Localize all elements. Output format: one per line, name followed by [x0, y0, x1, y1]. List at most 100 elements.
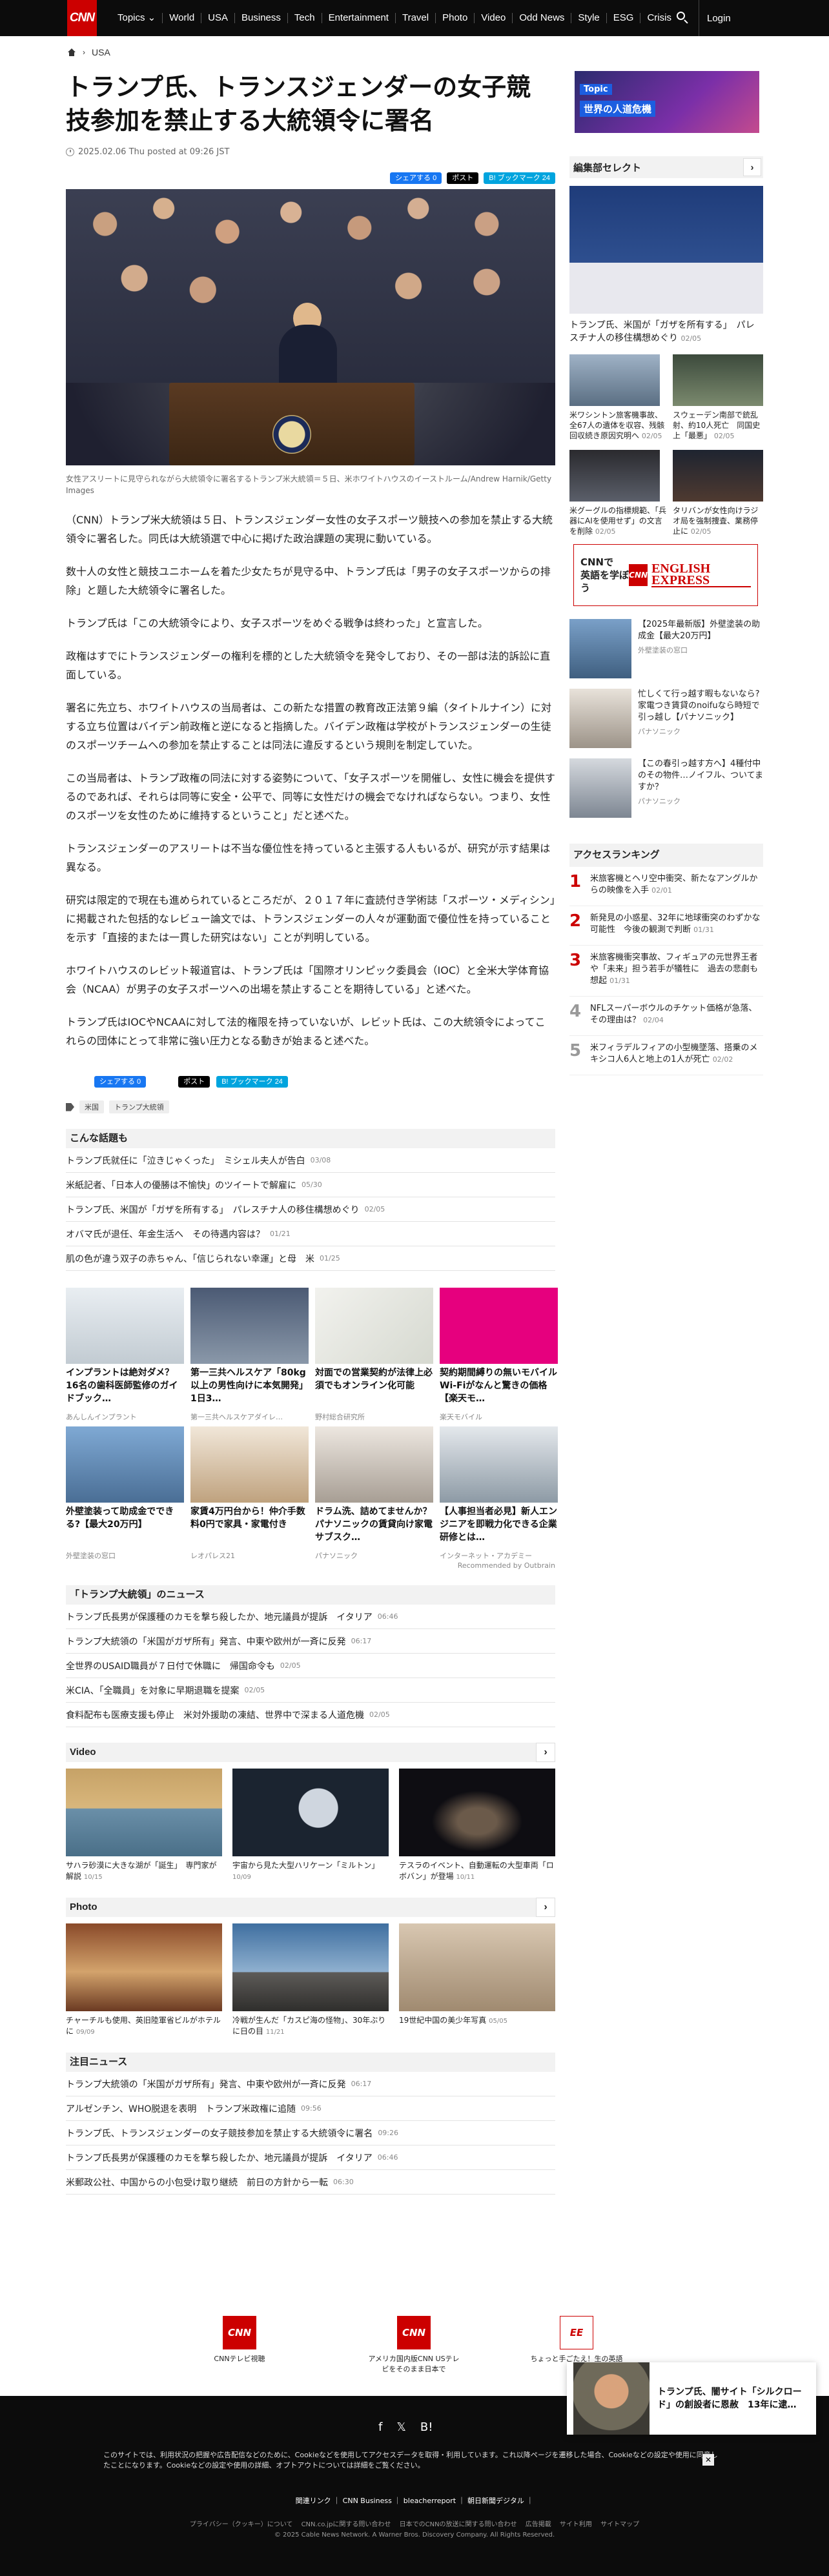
- cnn-logo[interactable]: CNN: [67, 0, 97, 36]
- hatena-bookmark-button[interactable]: B! ブックマーク 24: [216, 1076, 288, 1088]
- nav-item-topics[interactable]: Topics ⌄: [111, 13, 163, 23]
- list-item[interactable]: 食料配布も医療支援も停止 米対外援助の凍結、世界中で深まる人道危機 02/05: [66, 1703, 555, 1727]
- list-item[interactable]: トランプ氏就任に「泣きじゃくった」 ミシェル夫人が告白 03/08: [66, 1148, 555, 1173]
- photo-item[interactable]: 冷戦が生んだ「カスピ海の怪物」、30年ぶりに日の目 11/21: [232, 1923, 389, 2037]
- nav-item-world[interactable]: World: [163, 13, 202, 23]
- editor-pick-main[interactable]: トランプ氏、米国が「ガザを所有する」 パレスチナ人の移住構想めぐり 02/05: [569, 186, 763, 345]
- sponsored-item[interactable]: インプラントは絶対ダメ？16名の歯科医師監修のガイドブック… あんしんインプラント: [66, 1288, 184, 1426]
- nav-item-entertainment[interactable]: Entertainment: [322, 13, 396, 23]
- ranking-item[interactable]: 4 NFLスーパーボウルのチケット価格が急落、その理由は？ 02/04: [569, 997, 763, 1036]
- editor-pick-grid: 米ワシントン旅客機事故、全67人の遺体を収容、残骸回収続き原因究明へ 02/05…: [569, 354, 763, 536]
- list-item[interactable]: トランプ氏、米国が「ガザを所有する」 パレスチナ人の移住構想めぐり 02/05: [66, 1197, 555, 1222]
- series-list: トランプ氏長男が保護種のカモを撃ち殺したか、地元議員が提訴 イタリア 06:46 …: [66, 1605, 555, 1727]
- x-post-button[interactable]: ポスト: [178, 1076, 210, 1088]
- sponsored-item[interactable]: 家賃4万円台から！仲介手数料0円で家具・家電付き レオパレス21: [190, 1426, 309, 1565]
- list-item[interactable]: 肌の色が違う双子の赤ちゃん、「信じられない幸運」と母 米 01/25: [66, 1246, 555, 1271]
- editor-pick[interactable]: タリバンが女性向けラジオ局を強制捜査、業務停止に 02/05: [673, 450, 763, 536]
- ranking-item[interactable]: 2 新発見の小惑星、32年に地球衝突のわずかな可能性 今後の観測で判断 01/31: [569, 906, 763, 946]
- list-item[interactable]: オバマ氏が退任、年金生活へ その待遇内容は？ 01/21: [66, 1222, 555, 1246]
- sponsored-item[interactable]: ドラム洗、詰めてませんか？パナソニックの賃貸向け家電サブスク… パナソニック: [315, 1426, 433, 1565]
- featured-list: トランプ大統領の「米国がガザ所有」発言、中東や欧州が一斉に反発 06:17 アルゼ…: [66, 2072, 555, 2195]
- list-item[interactable]: トランプ大統領の「米国がガザ所有」発言、中東や欧州が一斉に反発 06:17: [66, 2072, 555, 2096]
- facebook-share-button[interactable]: シェアする 0: [94, 1076, 147, 1088]
- video-item[interactable]: サハラ砂漠に大きな湖が「誕生」 専門家が解説 10/15: [66, 1769, 222, 1882]
- ranking-item[interactable]: 1 米旅客機とヘリ空中衝突、新たなアングルからの映像を入手 02/01: [569, 867, 763, 906]
- english-express-banner[interactable]: CNNで 英語を学ぼう CNN ENGLISH EXPRESS: [573, 544, 758, 606]
- list-item[interactable]: トランプ氏、トランスジェンダーの女子競技参加を禁止する大統領令に署名 09:26: [66, 2121, 555, 2145]
- home-icon[interactable]: [67, 48, 76, 56]
- sponsored-item[interactable]: 【人事担当者必見】新人エンジニアを即戦力化できる企業研修とは… インターネット・ア…: [440, 1426, 558, 1565]
- video-item[interactable]: 宇宙から見た大型ハリケーン「ミルトン」 10/09: [232, 1769, 389, 1882]
- editor-select-heading: 編集部セレクト ›: [569, 156, 763, 178]
- editor-pick[interactable]: スウェーデン南部で銃乱射、約10人死亡 同国史上「最悪」 02/05: [673, 354, 763, 441]
- paragraph: トランプ氏は「この大統領令により、女子スポーツをめぐる戦争は終わった」と宣言した…: [66, 617, 488, 629]
- list-item[interactable]: アルゼンチン、WHO脱退を表明 トランプ米政権に追随 09:56: [66, 2096, 555, 2121]
- nav-item-esg[interactable]: ESG: [607, 13, 641, 23]
- sponsored-item[interactable]: 契約期間縛りの無いモバイルWi-Fiがなんと驚きの価格【楽天モ… 楽天モバイル: [440, 1288, 558, 1426]
- list-item[interactable]: 米CIA、「全職員」を対象に早期退職を提案 02/05: [66, 1678, 555, 1703]
- list-item[interactable]: トランプ氏長男が保護種のカモを撃ち殺したか、地元議員が提訴 イタリア 06:46: [66, 1605, 555, 1629]
- sponsored-item[interactable]: 第一三共ヘルスケア「80kg以上の男性向けに本気開発」1日3… 第一三共ヘルスケア…: [190, 1288, 309, 1426]
- paragraph: 研究は限定的で現在も進められているところだが、２０１７年に査読付き学術誌「スポー…: [66, 894, 555, 944]
- floating-news-thumbnail: [573, 2362, 650, 2435]
- pr-item[interactable]: 忙しくて行っ越す暇もないなら?家電つき賃貸のnoifuなら時短で引っ越し【パナソ…: [569, 689, 763, 748]
- x-post-button[interactable]: ポスト: [447, 172, 479, 184]
- article-title: トランプ氏、トランスジェンダーの女子競技参加を禁止する大統領令に署名: [66, 74, 531, 135]
- tag[interactable]: トランプ大統領: [109, 1100, 169, 1113]
- chevron-right-icon[interactable]: ›: [536, 1898, 555, 1917]
- breadcrumb-section[interactable]: USA: [92, 47, 110, 57]
- editor-pick[interactable]: 米ワシントン旅客機事故、全67人の遺体を収容、残骸回収続き原因究明へ 02/05: [569, 354, 666, 441]
- chevron-right-icon[interactable]: ›: [743, 158, 761, 176]
- tag[interactable]: 米国: [79, 1100, 104, 1113]
- cnn-logo: CNN: [629, 564, 648, 586]
- sponsored-item[interactable]: 外壁塗装って助成金でできる?【最大20万円】 外壁塗装の窓口: [66, 1426, 184, 1565]
- nav-item-style[interactable]: Style: [571, 13, 607, 23]
- pr-item[interactable]: 【この春引っ越す方へ】4種付中のその物件…ノイフル、ついてますか？ パナソニック: [569, 758, 763, 818]
- floating-news-card[interactable]: トランプ氏、闇サイト「シルクロード」の創設者に恩赦 13年に逮…: [567, 2362, 816, 2435]
- login-button[interactable]: Login: [699, 0, 739, 36]
- facebook-share-button[interactable]: シェアする 0: [390, 172, 442, 184]
- social-links: f 𝕏 B!: [378, 2420, 433, 2434]
- nav-item-photo[interactable]: Photo: [436, 13, 475, 23]
- close-icon[interactable]: ✕: [702, 2454, 714, 2466]
- search-icon[interactable]: [675, 10, 690, 25]
- hatena-icon[interactable]: B!: [420, 2420, 433, 2434]
- pr-list: 【2025年最新版】外壁塗装の助成金【最大20万円】 外壁塗装の窓口 忙しくて行っ…: [569, 619, 763, 818]
- sponsored-item[interactable]: 対面での営業契約が法律上必須でもオンライン化可能 野村総合研究所: [315, 1288, 433, 1426]
- article-date: 2025.02.06 Thu posted at 09:26 JST: [66, 147, 555, 157]
- photo-item[interactable]: チャーチルも使用、英旧陸軍省ビルがホテルに 09/09: [66, 1923, 222, 2037]
- footer-related-links[interactable]: 関連リンク ｜ CNN Business ｜ bleacherreport ｜ …: [0, 2495, 829, 2506]
- editor-pick[interactable]: 米グーグルの指標規範、「兵器にAIを使用せず」の文言を削除 02/05: [569, 450, 666, 536]
- nav-item-business[interactable]: Business: [235, 13, 288, 23]
- video-item[interactable]: テスラのイベント、自動運転の大型車両「ロボバン」が登場 10/11: [399, 1769, 555, 1882]
- topic-title: 世界の人道危機: [580, 101, 656, 117]
- list-item[interactable]: トランプ氏長男が保護種のカモを撃ち殺したか、地元議員が提訴 イタリア 06:46: [66, 2145, 555, 2170]
- list-item[interactable]: 米紙記者、「日本人の優勝は不愉快」のツイートで解雇に 05/30: [66, 1173, 555, 1197]
- ranking-item[interactable]: 3 米旅客機衝突事故、フィギュアの元世界王者や「未来」担う若手が犠牲に 過去の悲劇…: [569, 946, 763, 997]
- promo-cnn-us[interactable]: CNN アメリカ国内版CNN USテレビをそのまま日本で: [365, 2316, 462, 2374]
- pr-item[interactable]: 【2025年最新版】外壁塗装の助成金【最大20万円】 外壁塗装の窓口: [569, 619, 763, 678]
- list-item[interactable]: 全世界のUSAID職員が７日付で休職に 帰国命令も 02/05: [66, 1654, 555, 1678]
- nav-item-travel[interactable]: Travel: [396, 13, 436, 23]
- promo-cnn-tv[interactable]: CNN CNNテレビ視聴: [191, 2316, 288, 2364]
- nav-item-crisis[interactable]: Crisis: [640, 13, 678, 23]
- nav-item-video[interactable]: Video: [475, 13, 513, 23]
- x-icon[interactable]: 𝕏: [396, 2420, 406, 2434]
- ranking-item[interactable]: 5 米フィラデルフィアの小型機墜落、搭乗のメキシコ人6人と地上の1人が死亡 02/…: [569, 1036, 763, 1075]
- hatena-bookmark-button[interactable]: B! ブックマーク 24: [484, 172, 555, 184]
- nav-item-usa[interactable]: USA: [201, 13, 236, 23]
- chevron-right-icon[interactable]: ›: [536, 1743, 555, 1762]
- photo-grid: チャーチルも使用、英旧陸軍省ビルがホテルに 09/09 冷戦が生んだ「カスピ海の…: [66, 1923, 555, 2037]
- list-item[interactable]: 米郵政公社、中国からの小包受け取り継続 前日の方針から一転 06:30: [66, 2170, 555, 2195]
- photo-item[interactable]: 19世紀中国の美少年写真 05/05: [399, 1923, 555, 2037]
- footer-site-links[interactable]: プライバシー（クッキー）について CNN.co.jpに関する問い合わせ 日本での…: [0, 2519, 829, 2528]
- english-express-icon: EE: [560, 2316, 593, 2349]
- topic-banner[interactable]: Topic 世界の人道危機: [575, 71, 759, 133]
- list-item[interactable]: トランプ大統領の「米国がガザ所有」発言、中東や欧州が一斉に反発 06:17: [66, 1629, 555, 1654]
- paragraph: 政権はすでにトランスジェンダーの権利を標的とした大統領令を発令しており、その一部…: [66, 650, 551, 681]
- promo-english-express[interactable]: EE ちょっと手ごたえ！生の英語: [528, 2316, 625, 2364]
- featured-heading: 注目ニュース: [66, 2053, 555, 2072]
- nav-item-tech[interactable]: Tech: [288, 13, 322, 23]
- facebook-icon[interactable]: f: [378, 2420, 382, 2434]
- nav-item-odd-news[interactable]: Odd News: [513, 13, 572, 23]
